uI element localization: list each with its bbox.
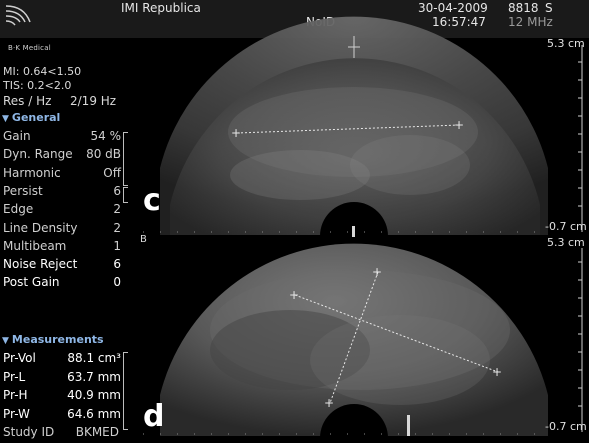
depth-scale-top (578, 45, 583, 232)
plane-marker: B (140, 234, 147, 245)
svg-text:+: + (324, 396, 334, 410)
depth-label-top: 5.3 cm (547, 37, 585, 50)
ultrasound-view[interactable]: + + + + + + (0, 0, 589, 442)
depth-label-min-top: -0.7 cm (545, 220, 587, 233)
depth-label-min-bottom: -0.7 cm (545, 420, 587, 433)
image-label-c: c (143, 183, 161, 218)
ultrasound-image-top[interactable]: + + (160, 16, 548, 237)
svg-text:+: + (372, 265, 382, 279)
svg-text:+: + (492, 365, 502, 379)
svg-text:+: + (231, 126, 241, 140)
ultrasound-image-bottom[interactable]: + + + + (160, 243, 548, 438)
svg-text:+: + (289, 288, 299, 302)
image-label-d: d (143, 399, 165, 434)
svg-text:+: + (454, 118, 464, 132)
depth-label-top-2: 5.3 cm (547, 236, 585, 249)
depth-scale-bottom (578, 248, 583, 432)
